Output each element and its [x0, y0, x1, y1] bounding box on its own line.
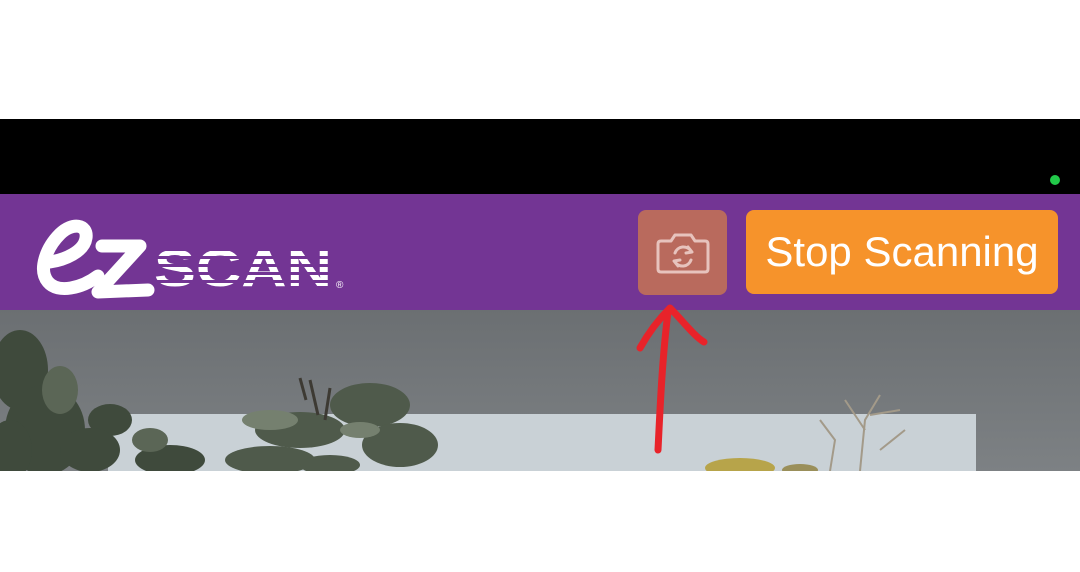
- screenshot-page: SCAN ®: [0, 0, 1080, 572]
- switch-camera-button[interactable]: [638, 210, 727, 295]
- status-bar: [0, 119, 1080, 194]
- camera-flip-icon: [656, 233, 709, 273]
- registered-mark: ®: [336, 280, 344, 291]
- camera-preview: [0, 310, 1080, 471]
- privacy-indicator-dot: [1050, 175, 1060, 185]
- ezscan-logo: SCAN ®: [36, 196, 352, 306]
- stop-scanning-button[interactable]: Stop Scanning: [746, 210, 1058, 294]
